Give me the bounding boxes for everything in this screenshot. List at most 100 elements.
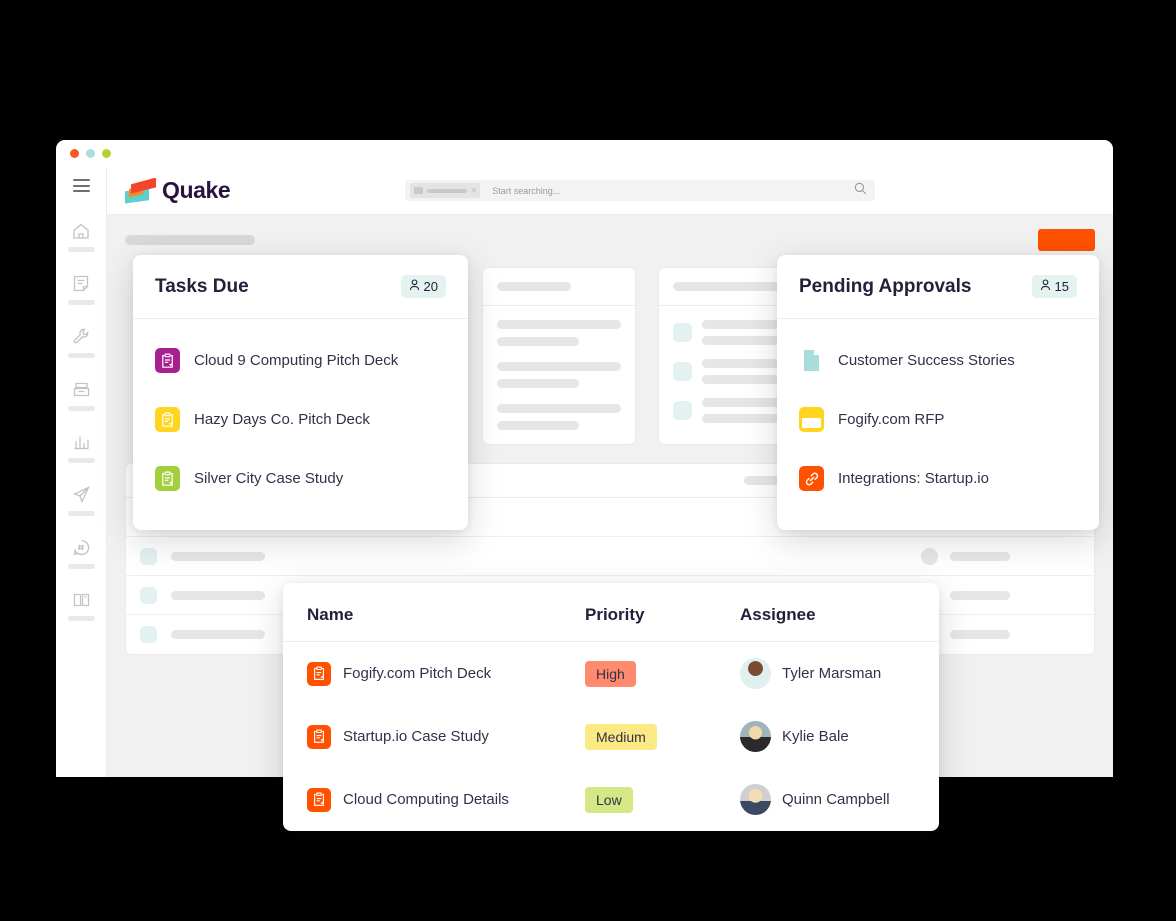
row-name-label: Cloud Computing Details [343, 791, 509, 808]
tasks-due-count-badge: 20 [400, 275, 446, 298]
priority-badge: Medium [585, 723, 657, 750]
tasks-due-title: Tasks Due [155, 275, 249, 297]
pending-approvals-title: Pending Approvals [799, 275, 972, 297]
priority-badge: High [585, 660, 636, 687]
window-close-button[interactable] [70, 149, 79, 158]
cell-priority: Medium [585, 723, 740, 750]
app-logo[interactable]: Quake [125, 177, 355, 204]
cell-assignee: Quinn Campbell [740, 784, 915, 815]
home-icon [71, 222, 91, 240]
sidebar-label-placeholder [67, 247, 95, 252]
link-icon [799, 466, 824, 491]
clipboard-check-icon [307, 724, 331, 749]
magnifier-icon[interactable] [854, 182, 867, 200]
sidebar-label-placeholder [67, 511, 95, 516]
table-row[interactable]: Startup.io Case Study Medium Kylie Bale [283, 705, 939, 768]
pending-approvals-header: Pending Approvals 15 [777, 255, 1099, 319]
list-item[interactable]: Hazy Days Co. Pitch Deck [155, 390, 446, 449]
list-item[interactable]: Silver City Case Study [155, 449, 446, 508]
tasks-due-header: Tasks Due 20 [133, 255, 468, 319]
sidebar-label-placeholder [67, 353, 95, 358]
folder-icon [414, 187, 423, 194]
list-item[interactable]: Integrations: Startup.io [799, 449, 1077, 508]
list-item-label: Fogify.com RFP [838, 411, 945, 428]
tasks-due-card: Tasks Due 20 Cloud 9 Computing Pitch Dec… [133, 255, 468, 530]
cell-assignee: Kylie Bale [740, 721, 915, 752]
tasks-table-card: Name Priority Assignee Fogify.com Pitch … [283, 583, 939, 831]
sidebar-rail [56, 167, 107, 777]
cell-assignee: Tyler Marsman [740, 658, 915, 689]
list-item-label: Hazy Days Co. Pitch Deck [194, 411, 370, 428]
sidebar-item-files[interactable] [67, 380, 95, 411]
skeleton-table-row [126, 537, 1094, 576]
app-topbar: Quake × Start searching... [107, 167, 1113, 215]
book-icon [72, 591, 91, 609]
column-header-name[interactable]: Name [307, 605, 585, 625]
sidebar-label-placeholder [67, 564, 95, 569]
skeleton-card [482, 267, 636, 445]
window-minimize-button[interactable] [86, 149, 95, 158]
search-bar[interactable]: × Start searching... [405, 180, 875, 201]
person-icon [409, 279, 420, 294]
cell-priority: Low [585, 786, 740, 813]
document-icon [799, 348, 824, 373]
sidebar-label-placeholder [67, 458, 95, 463]
breadcrumb-placeholder [125, 235, 255, 245]
sidebar-item-tools[interactable] [67, 327, 95, 358]
sidebar-item-channels[interactable] [67, 538, 95, 569]
list-item-label: Silver City Case Study [194, 470, 344, 487]
primary-action-button[interactable] [1038, 229, 1095, 251]
chat-hash-icon [72, 538, 91, 557]
column-header-assignee[interactable]: Assignee [740, 605, 915, 625]
tasks-due-count: 20 [423, 279, 438, 294]
avatar [740, 658, 771, 689]
sidebar-item-home[interactable] [67, 222, 95, 252]
pending-approvals-list: Customer Success Stories Fogify.com RFP [777, 319, 1099, 530]
assignee-name: Kylie Bale [782, 728, 849, 745]
page-root: Quake × Start searching... Tasks Due 20 … [0, 0, 1176, 921]
table-header-row: Name Priority Assignee [283, 583, 939, 642]
assignee-name: Quinn Campbell [782, 791, 890, 808]
avatar [740, 721, 771, 752]
toolbar-row [125, 229, 1095, 251]
file-box-icon [72, 380, 91, 399]
pending-approvals-count-badge: 15 [1031, 275, 1077, 298]
person-icon [1040, 279, 1051, 294]
priority-badge: Low [585, 786, 633, 813]
bar-chart-icon [72, 433, 91, 451]
avatar [740, 784, 771, 815]
pending-approvals-count: 15 [1054, 279, 1069, 294]
cell-priority: High [585, 660, 740, 687]
note-icon [72, 274, 90, 293]
window-titlebar [56, 140, 1113, 167]
cell-name: Fogify.com Pitch Deck [307, 661, 585, 686]
wrench-icon [72, 327, 91, 346]
chip-remove-icon[interactable]: × [471, 186, 476, 195]
clipboard-check-icon [155, 466, 180, 491]
window-maximize-button[interactable] [102, 149, 111, 158]
cell-name: Startup.io Case Study [307, 724, 585, 749]
app-logo-text: Quake [162, 177, 231, 203]
search-input[interactable]: Start searching... [492, 186, 854, 196]
column-header-priority[interactable]: Priority [585, 605, 740, 625]
list-item[interactable]: Customer Success Stories [799, 331, 1077, 390]
tasks-due-list: Cloud 9 Computing Pitch Deck Hazy Days C… [133, 319, 468, 530]
paper-plane-icon [72, 485, 91, 504]
list-item-label: Integrations: Startup.io [838, 470, 989, 487]
sidebar-item-library[interactable] [67, 591, 95, 621]
search-filter-chip[interactable]: × [410, 183, 481, 198]
quake-logo-icon [125, 177, 157, 204]
list-item[interactable]: Fogify.com RFP [799, 390, 1077, 449]
sidebar-item-reports[interactable] [67, 433, 95, 463]
chip-label-placeholder [427, 188, 467, 193]
hamburger-icon[interactable] [72, 179, 90, 192]
cell-name: Cloud Computing Details [307, 787, 585, 812]
row-name-label: Fogify.com Pitch Deck [343, 665, 492, 682]
sidebar-item-send[interactable] [67, 485, 95, 516]
table-row[interactable]: Cloud Computing Details Low Quinn Campbe… [283, 768, 939, 831]
list-item[interactable]: Cloud 9 Computing Pitch Deck [155, 331, 446, 390]
folder-icon [799, 407, 824, 432]
sidebar-item-notes[interactable] [67, 274, 95, 305]
list-item-label: Cloud 9 Computing Pitch Deck [194, 352, 399, 369]
table-row[interactable]: Fogify.com Pitch Deck High Tyler Marsman [283, 642, 939, 705]
